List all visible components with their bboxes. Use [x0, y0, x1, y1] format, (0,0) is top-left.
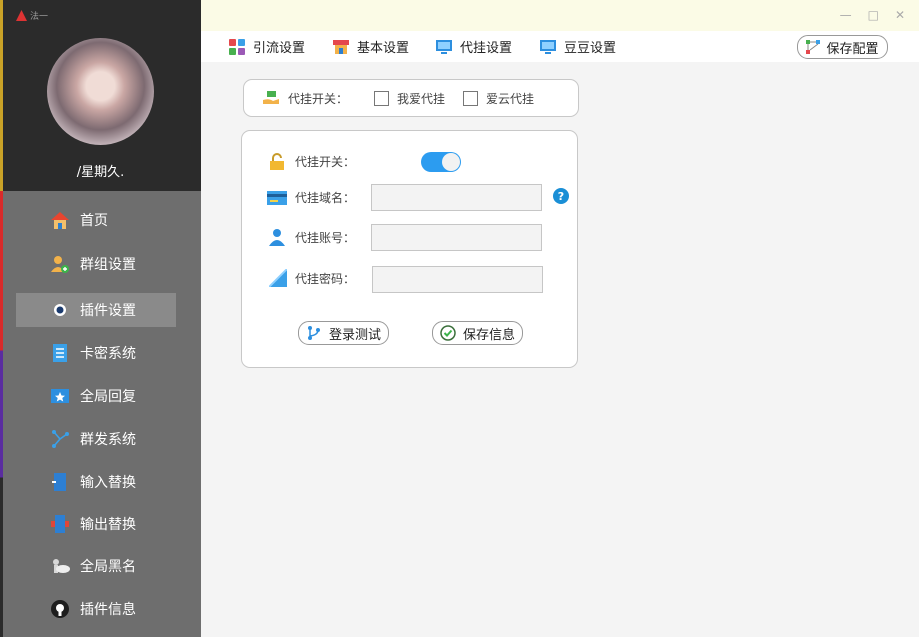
sidebar-item-label: 插件信息: [80, 602, 136, 618]
tab-label: 豆豆设置: [564, 41, 617, 56]
tab-basic-settings[interactable]: 基本设置: [333, 37, 409, 56]
user-icon: [269, 228, 285, 246]
save-config-button[interactable]: 保存配置: [797, 35, 888, 59]
monitor-icon: [436, 39, 452, 55]
option-label: 我爱代挂: [397, 92, 446, 106]
woai-daigua-checkbox[interactable]: [374, 91, 389, 106]
sidebar-item-input-replace[interactable]: 输入替换: [16, 465, 176, 499]
tab-label: 基本设置: [357, 41, 410, 56]
login-test-button[interactable]: 登录测试: [298, 321, 389, 345]
option-label: 爱云代挂: [486, 92, 535, 106]
sidebar-item-label: 输入替换: [80, 475, 136, 491]
logo-text: 法一: [30, 12, 49, 22]
group-user-icon: [49, 253, 71, 275]
domain-input[interactable]: [371, 184, 542, 211]
close-button[interactable]: ✕: [895, 8, 905, 22]
app-logo: 法一: [16, 9, 48, 22]
sidebar-item-group-settings[interactable]: 群组设置: [16, 247, 176, 281]
aiyun-daigua-checkbox[interactable]: [463, 91, 478, 106]
sidebar-item-label: 群组设置: [80, 257, 136, 273]
sidebar-item-label: 首页: [80, 213, 108, 229]
branch-icon: [306, 325, 322, 341]
window-controls: — □ ✕: [840, 8, 905, 22]
option-aiyun-daigua[interactable]: 爱云代挂: [463, 90, 534, 107]
password-label: 代挂密码：: [295, 271, 356, 286]
card-icon: [267, 190, 287, 205]
sidebar-item-global-reply[interactable]: 全局回复: [16, 379, 176, 413]
cloud-user-icon: [49, 555, 71, 577]
ruler-icon: [269, 269, 287, 287]
provider-switch-label: 代挂开关：: [288, 92, 349, 106]
star-monitor-icon: [49, 385, 71, 407]
save-info-label: 保存信息: [462, 327, 515, 343]
sidebar-item-home[interactable]: 首页: [16, 203, 176, 237]
option-woai-daigua[interactable]: 我爱代挂: [374, 90, 445, 107]
save-info-button[interactable]: 保存信息: [432, 321, 523, 345]
tab-label: 代挂设置: [460, 41, 513, 56]
maximize-button[interactable]: □: [868, 8, 879, 22]
check-circle-icon: [440, 325, 456, 341]
password-row: 代挂密码：: [269, 269, 355, 287]
domain-label: 代挂域名：: [295, 191, 356, 205]
tab-proxy-settings[interactable]: 代挂设置: [436, 37, 512, 56]
sidebar-item-label: 全局回复: [80, 389, 136, 405]
card-book-icon: [49, 342, 71, 364]
tab-label: 引流设置: [253, 41, 306, 56]
decorative-strip: [0, 0, 3, 637]
username: /星期久.: [76, 165, 125, 180]
store-icon: [333, 39, 349, 55]
proxy-switch-row: 代挂开关：: [269, 153, 355, 170]
proxy-switch-label: 代挂开关：: [295, 155, 356, 169]
tab-traffic-settings[interactable]: 引流设置: [229, 37, 305, 56]
account-label: 代挂账号：: [295, 230, 356, 245]
sidebar-item-label: 输出替换: [80, 517, 136, 533]
broadcast-icon: [49, 428, 71, 450]
domain-row: 代挂域名：: [267, 189, 355, 206]
account-row: 代挂账号：: [269, 228, 355, 246]
save-config-label: 保存配置: [826, 41, 879, 57]
provider-switch-label-row: 代挂开关：: [263, 90, 348, 107]
toggle-knob: [442, 153, 460, 171]
help-icon[interactable]: ?: [553, 188, 569, 204]
github-icon: [49, 598, 71, 620]
avatar[interactable]: [47, 38, 154, 145]
title-bar: — □ ✕: [201, 0, 919, 31]
account-input[interactable]: [371, 224, 542, 251]
minimize-button[interactable]: —: [840, 8, 852, 22]
proxy-switch-toggle[interactable]: [421, 152, 461, 172]
home-icon: [49, 209, 71, 231]
proxy-form-card: 代挂开关： 代挂域名： ? 代挂账号： 代挂密码： 登录测试 保存信息: [241, 130, 578, 368]
sidebar-item-card-system[interactable]: 卡密系统: [16, 336, 176, 370]
sidebar-item-broadcast[interactable]: 群发系统: [16, 422, 176, 456]
sidebar-item-label: 插件设置: [80, 303, 136, 319]
input-door-icon: [49, 471, 71, 493]
password-input[interactable]: [372, 266, 543, 293]
hand-money-icon: [263, 91, 280, 106]
lock-icon: [269, 153, 285, 170]
grid-apps-icon: [229, 38, 245, 55]
output-door-icon: [49, 513, 71, 535]
sidebar: 法一 /星期久. 首页 群组设置 插件设置 卡密系统 全局回复 群发系统 输入替…: [0, 0, 201, 637]
plugin-icon: [49, 299, 71, 321]
sidebar-item-plugin-info[interactable]: 插件信息: [16, 592, 176, 626]
logo-icon: [16, 10, 27, 21]
toolbar: 引流设置 基本设置 代挂设置 豆豆设置 保存配置: [201, 31, 919, 62]
sidebar-item-label: 全局黑名: [80, 559, 136, 575]
proxy-provider-card: 代挂开关： 我爱代挂 爱云代挂: [243, 79, 579, 117]
monitor-icon: [540, 39, 556, 55]
tab-doudou-settings[interactable]: 豆豆设置: [540, 37, 616, 56]
flow-icon: [806, 40, 821, 54]
sidebar-item-global-blacklist[interactable]: 全局黑名: [16, 549, 176, 583]
sidebar-item-output-replace[interactable]: 输出替换: [16, 507, 176, 541]
sidebar-item-plugin-settings[interactable]: 插件设置: [16, 293, 176, 327]
login-test-label: 登录测试: [328, 327, 381, 343]
sidebar-item-label: 卡密系统: [80, 346, 136, 362]
sidebar-item-label: 群发系统: [80, 432, 136, 448]
